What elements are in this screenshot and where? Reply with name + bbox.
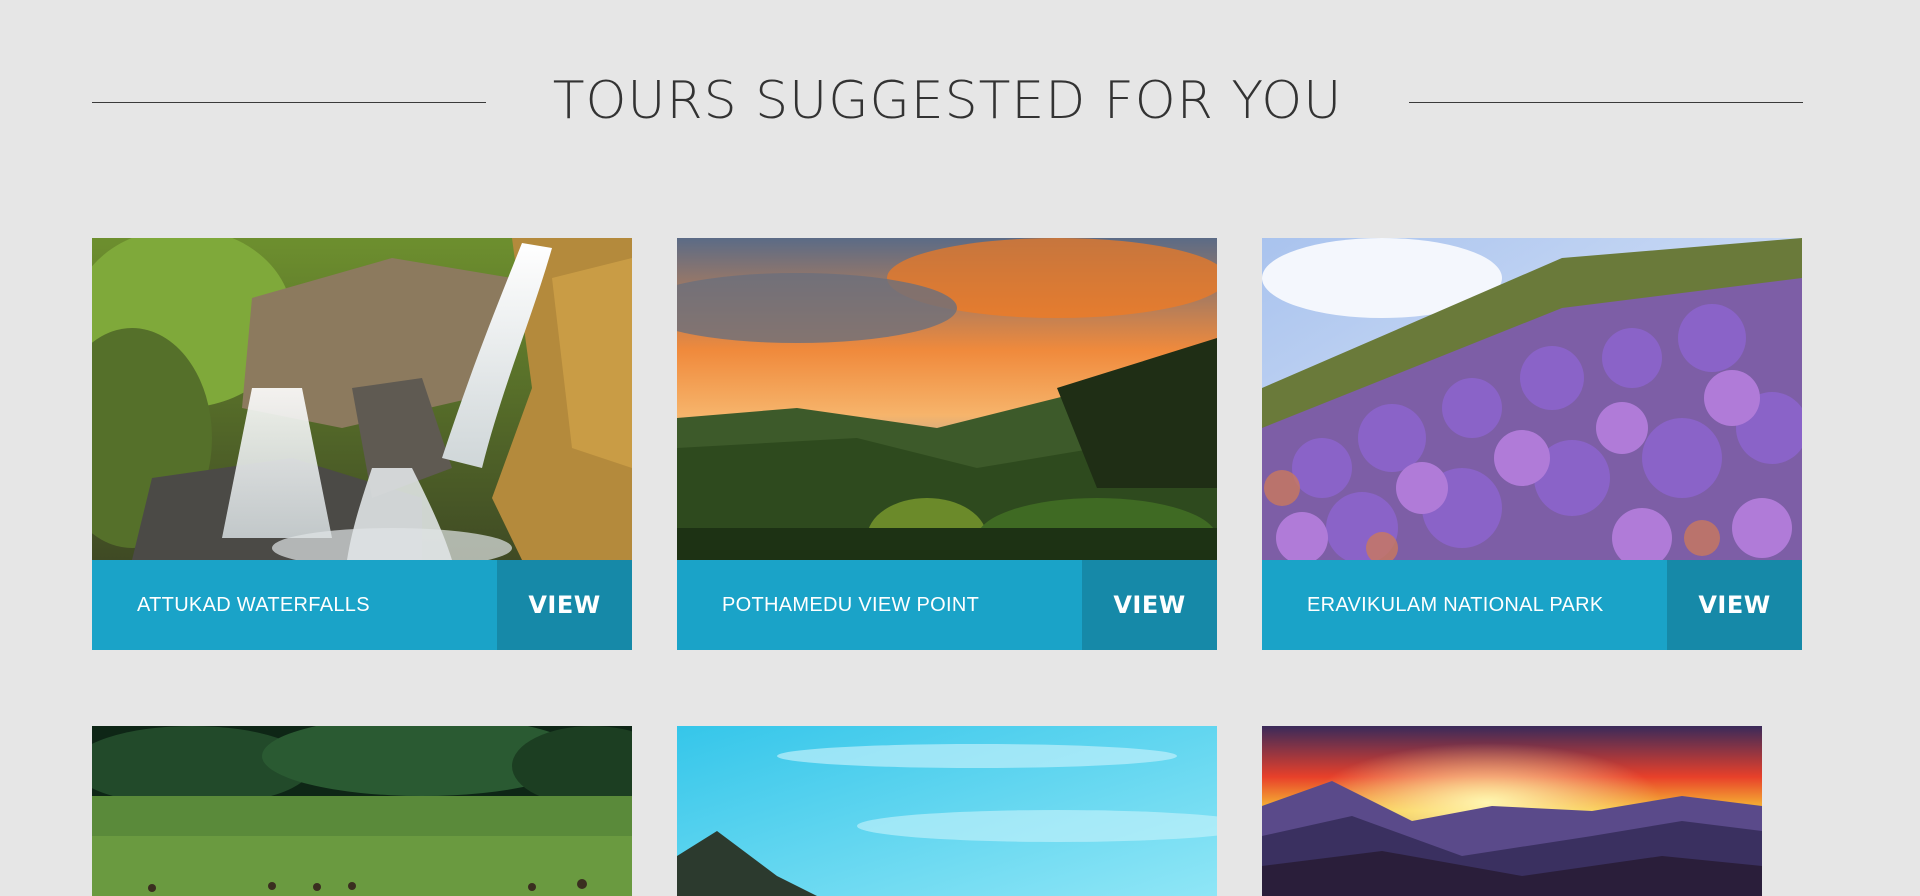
tour-name[interactable]: POTHAMEDU VIEW POINT bbox=[722, 560, 979, 650]
tour-card-eravikulam[interactable]: ERAVIKULAM NATIONAL PARK VIEW bbox=[1262, 238, 1802, 650]
view-button[interactable]: VIEW bbox=[1667, 560, 1802, 650]
tour-card-grassland[interactable] bbox=[92, 726, 632, 896]
tour-bar: ERAVIKULAM NATIONAL PARK VIEW bbox=[1262, 560, 1802, 650]
grassland-deer-image[interactable] bbox=[92, 726, 632, 896]
purple-flowers-image[interactable] bbox=[1262, 238, 1802, 560]
tour-card-bluesky[interactable] bbox=[677, 726, 1217, 896]
tour-card-mountain-sunset[interactable] bbox=[1262, 726, 1762, 896]
tour-card-attukad[interactable]: ATTUKAD WATERFALLS VIEW bbox=[92, 238, 632, 650]
section-heading: TOURS SUGGESTED FOR YOU bbox=[92, 60, 1803, 140]
blue-sky-hill-image[interactable] bbox=[677, 726, 1217, 896]
mountain-sunset-image[interactable] bbox=[1262, 726, 1762, 896]
heading-divider-right bbox=[1409, 102, 1803, 103]
view-button[interactable]: VIEW bbox=[497, 560, 632, 650]
waterfall-image[interactable] bbox=[92, 238, 632, 560]
tour-card-pothamedu[interactable]: POTHAMEDU VIEW POINT VIEW bbox=[677, 238, 1217, 650]
tour-name[interactable]: ATTUKAD WATERFALLS bbox=[137, 560, 370, 650]
tour-bar: ATTUKAD WATERFALLS VIEW bbox=[92, 560, 632, 650]
view-button[interactable]: VIEW bbox=[1082, 560, 1217, 650]
tour-bar: POTHAMEDU VIEW POINT VIEW bbox=[677, 560, 1217, 650]
sunset-valley-image[interactable] bbox=[677, 238, 1217, 560]
tour-name[interactable]: ERAVIKULAM NATIONAL PARK bbox=[1307, 560, 1604, 650]
